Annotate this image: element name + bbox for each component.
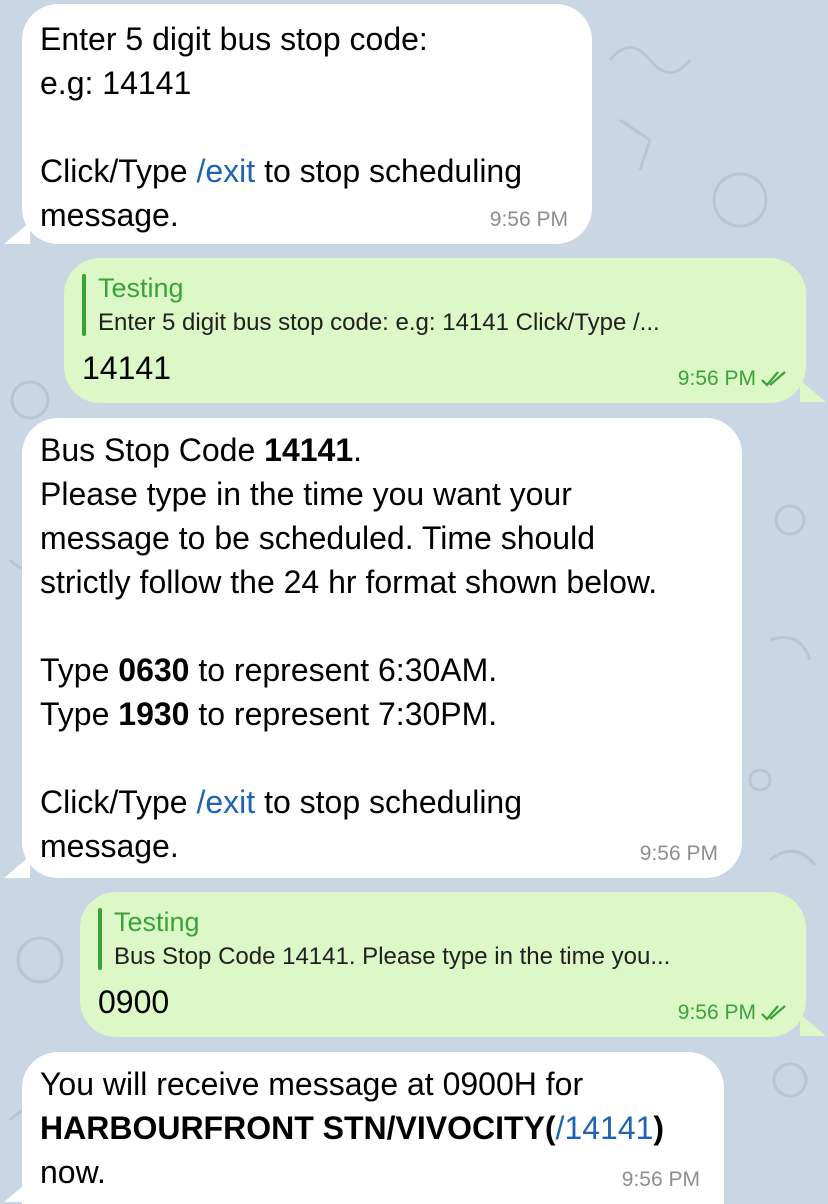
- bold-text: 0630: [118, 652, 190, 688]
- text-segment: Bus Stop Code: [40, 432, 265, 468]
- message-line: strictly follow the 24 hr format shown b…: [40, 560, 724, 604]
- text-segment: Type: [40, 652, 119, 688]
- reply-quoted-text: Bus Stop Code 14141. Please type in the …: [114, 943, 671, 970]
- text-segment: Enter 5 digit bus stop code:: [40, 21, 428, 57]
- reply-quote[interactable]: Testing Enter 5 digit bus stop code: e.g…: [82, 270, 788, 340]
- bold-text: 1930: [118, 696, 190, 732]
- message-timestamp: 9:56 PM: [678, 367, 790, 391]
- message-timestamp: 9:56 PM: [678, 1001, 790, 1025]
- reply-quote-bar: [98, 908, 102, 970]
- text-segment: Type: [40, 696, 119, 732]
- message-line: message to be scheduled. Time should: [40, 516, 724, 560]
- reply-sender-name: Testing: [98, 273, 184, 303]
- text-segment: message to be scheduled. Time should: [40, 520, 595, 556]
- outgoing-bubble-tail: [800, 380, 826, 402]
- message-line: [40, 736, 724, 780]
- message-time: 9:56 PM: [677, 367, 756, 390]
- message-line: now.: [40, 1150, 706, 1194]
- message-line: e.g: 14141: [40, 61, 574, 105]
- text-segment: strictly follow the 24 hr format shown b…: [40, 564, 658, 600]
- text-segment: .: [353, 432, 363, 468]
- text-segment: now.: [40, 1154, 106, 1190]
- message-line: [40, 105, 574, 149]
- text-segment: Click/Type: [40, 784, 197, 820]
- incoming-message[interactable]: Enter 5 digit bus stop code: e.g: 14141 Cl…: [22, 4, 592, 244]
- command-link[interactable]: /exit: [196, 153, 255, 189]
- text-segment: Click/Type: [40, 153, 197, 189]
- message-line: HARBOURFRONT STN/VIVOCITY(/14141): [40, 1106, 706, 1150]
- text-segment: message.: [40, 197, 179, 233]
- message-line: message.: [40, 824, 724, 868]
- message-text: You will receive message at 0900H for HAR…: [40, 1062, 706, 1194]
- bold-text: HARBOURFRONT STN/VIVOCITY(: [40, 1110, 556, 1146]
- message-timestamp: 9:56 PM: [489, 208, 568, 231]
- incoming-message[interactable]: You will receive message at 0900H for HAR…: [22, 1052, 724, 1204]
- message-text: Enter 5 digit bus stop code: e.g: 14141 Cl…: [40, 17, 574, 237]
- outgoing-message[interactable]: Testing Bus Stop Code 14141. Please type…: [80, 892, 806, 1037]
- message-timestamp: 9:56 PM: [639, 842, 718, 865]
- message-line: Type 1930 to represent 7:30PM.: [40, 692, 724, 736]
- incoming-message[interactable]: Bus Stop Code 14141. Please type in the t…: [22, 418, 742, 878]
- text-segment: Please type in the time you want your: [40, 476, 572, 512]
- text-segment: You will receive message at 0900H for: [40, 1066, 584, 1102]
- double-check-icon: [761, 371, 786, 388]
- double-check-icon: [761, 1005, 786, 1022]
- message-time: 9:56 PM: [677, 1001, 756, 1024]
- reply-sender-name: Testing: [114, 907, 200, 937]
- message-line: You will receive message at 0900H for: [40, 1062, 706, 1106]
- reply-quoted-text: Enter 5 digit bus stop code: e.g: 14141 …: [98, 309, 660, 336]
- message-line: Click/Type /exit to stop scheduling: [40, 780, 724, 824]
- text-segment: to represent 6:30AM.: [189, 652, 498, 688]
- outgoing-message[interactable]: Testing Enter 5 digit bus stop code: e.g…: [64, 258, 806, 403]
- text-segment: message.: [40, 828, 179, 864]
- text-segment: e.g: 14141: [40, 65, 192, 101]
- bold-text: ): [653, 1110, 665, 1146]
- text-segment: to stop scheduling: [255, 153, 523, 189]
- message-line: Click/Type /exit to stop scheduling: [40, 149, 574, 193]
- text-segment: to stop scheduling: [255, 784, 523, 820]
- bold-text: 14141: [264, 432, 354, 468]
- message-timestamp: 9:56 PM: [621, 1168, 700, 1191]
- reply-quote[interactable]: Testing Bus Stop Code 14141. Please type…: [98, 904, 788, 974]
- text-segment: to represent 7:30PM.: [189, 696, 498, 732]
- message-line: Enter 5 digit bus stop code:: [40, 17, 574, 61]
- command-link[interactable]: /exit: [196, 784, 255, 820]
- message-line: Type 0630 to represent 6:30AM.: [40, 648, 724, 692]
- reply-quote-bar: [82, 274, 86, 336]
- outgoing-bubble-tail: [800, 1014, 826, 1036]
- message-text: Bus Stop Code 14141. Please type in the t…: [40, 428, 724, 868]
- message-line: Bus Stop Code 14141.: [40, 428, 724, 472]
- command-link[interactable]: /14141: [556, 1110, 654, 1146]
- message-line: [40, 604, 724, 648]
- message-line: Please type in the time you want your: [40, 472, 724, 516]
